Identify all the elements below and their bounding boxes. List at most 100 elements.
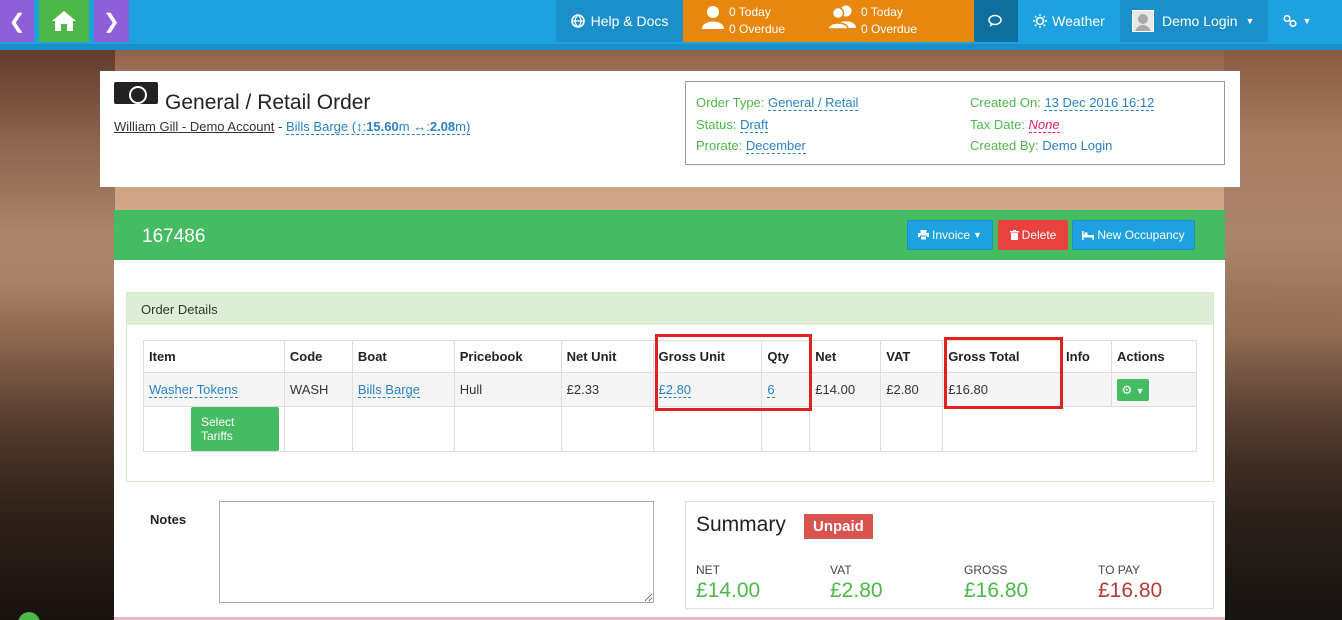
chat-button[interactable]: [974, 0, 1018, 42]
task-counters: 0 Today 0 Overdue 0 Today 0 Overdue: [683, 0, 974, 42]
created-by-value: Demo Login: [1042, 138, 1113, 153]
page-title: General / Retail Order: [165, 91, 371, 114]
boat-length: 15.60: [366, 119, 399, 134]
links-menu[interactable]: ▼: [1268, 0, 1326, 42]
row-boat-link[interactable]: Bills Barge: [357, 382, 420, 398]
order-subtitle: William Gill - Demo Account - Bills Barg…: [114, 119, 471, 135]
created-on-value[interactable]: 13 Dec 2016 16:12: [1044, 95, 1155, 111]
summary-gross-label: GROSS: [964, 563, 1008, 577]
order-type-value[interactable]: General / Retail: [768, 95, 859, 111]
summary-gross: GROSS £16.80: [964, 563, 1028, 603]
print-icon: [918, 230, 930, 240]
select-tariffs-button[interactable]: Select Tariffs: [191, 407, 279, 451]
status-value[interactable]: Draft: [740, 117, 769, 133]
user-menu[interactable]: Demo Login ▼: [1120, 0, 1268, 42]
home-button[interactable]: [39, 0, 89, 42]
status-label: Status:: [696, 117, 737, 132]
cell-boat: Bills Barge: [351, 372, 455, 407]
notes-label: Notes: [150, 512, 187, 527]
cell-item: Washer Tokens: [143, 372, 285, 407]
boat-beam: 2.08: [429, 119, 456, 134]
money-icon: [114, 82, 158, 104]
cell-empty: [761, 406, 811, 452]
summary-net: NET £14.00: [696, 563, 760, 603]
link-icon: [1282, 15, 1297, 27]
caret-down-icon: ▼: [973, 230, 982, 240]
row-actions-button[interactable]: ⚙ ▼: [1116, 378, 1149, 401]
forward-button[interactable]: ❯: [94, 0, 129, 42]
background-photo-right: [1224, 50, 1342, 620]
cell-empty: [453, 406, 562, 452]
summary-to-pay: TO PAY £16.80: [1098, 563, 1162, 603]
sun-icon: [1033, 14, 1048, 28]
col-code: Code: [283, 340, 353, 373]
summary-vat-label: VAT: [830, 563, 852, 577]
background-photo-left: [0, 50, 115, 620]
col-pricebook: Pricebook: [453, 340, 562, 373]
cell-empty: [942, 406, 1197, 452]
counter-tasks-today: 0 Today: [729, 5, 771, 19]
summary-title: Summary: [696, 513, 786, 536]
item-link[interactable]: Washer Tokens: [149, 382, 238, 398]
avatar: [1132, 10, 1154, 32]
summary-net-label: NET: [696, 563, 720, 577]
order-type-label: Order Type:: [696, 95, 765, 110]
cell-empty: [809, 406, 882, 452]
created-by-row: Created By: Demo Login: [970, 138, 1112, 153]
col-net: Net: [809, 340, 882, 373]
cell-vat: £2.80: [880, 372, 944, 407]
new-occupancy-label: New Occupancy: [1097, 228, 1185, 242]
cell-code: WASH: [283, 372, 353, 407]
status-badge: Unpaid: [804, 514, 873, 539]
beam-unit: m: [455, 119, 466, 134]
summary-panel: Summary Unpaid NET £14.00 VAT £2.80 GROS…: [685, 501, 1214, 609]
length-unit: m: [398, 119, 410, 134]
bed-icon: [1082, 230, 1095, 240]
length-icon: ↕: [356, 119, 363, 134]
caret-down-icon: ▼: [1302, 16, 1312, 26]
caret-down-icon: ▼: [1135, 385, 1145, 396]
order-details-title: Order Details: [127, 293, 1213, 325]
counter-tasks[interactable]: 0 Today 0 Overdue: [701, 4, 785, 38]
summary-to-pay-value: £16.80: [1098, 579, 1163, 602]
new-occupancy-button[interactable]: New Occupancy: [1072, 220, 1195, 250]
summary-vat-value: £2.80: [830, 579, 883, 602]
user-name: Demo Login: [1162, 13, 1238, 29]
tax-date-row: Tax Date: None: [970, 117, 1060, 133]
table-row-actions: Select Tariffs: [143, 406, 1197, 452]
boat-link[interactable]: Bills Barge (↕:15.60m ↔:2.08m): [285, 119, 471, 135]
counter-group[interactable]: 0 Today 0 Overdue: [827, 4, 917, 38]
cell-empty: [560, 406, 654, 452]
chevron-right-icon: ❯: [103, 10, 120, 33]
gear-icon: ⚙: [1121, 382, 1133, 397]
summary-net-value: £14.00: [696, 579, 761, 602]
order-header: General / Retail Order William Gill - De…: [100, 71, 1240, 187]
prorate-row: Prorate: December: [696, 138, 806, 154]
chat-icon: [988, 14, 1002, 27]
order-panel: 167486 Invoice ▼ Delete New Occupancy Or…: [114, 210, 1225, 620]
cell-empty: [652, 406, 763, 452]
boat-name: Bills Barge: [285, 119, 349, 134]
cell-empty: [283, 406, 353, 452]
users-icon: [827, 5, 856, 30]
delete-label: Delete: [1021, 228, 1057, 242]
top-navbar-shade: [0, 44, 1342, 50]
highlight-gross-total: [944, 337, 1063, 409]
col-actions: Actions: [1110, 340, 1198, 373]
order-id: 167486: [142, 226, 206, 247]
col-boat: Boat: [351, 340, 455, 373]
col-net-unit: Net Unit: [560, 340, 654, 373]
prorate-value[interactable]: December: [745, 138, 806, 154]
cell-info: [1060, 372, 1112, 407]
notes-input[interactable]: [219, 501, 654, 603]
account-link[interactable]: William Gill - Demo Account: [114, 119, 274, 134]
back-button[interactable]: ❮: [0, 0, 34, 42]
cell-net: £14.00: [809, 372, 882, 407]
help-docs-button[interactable]: Help & Docs: [556, 0, 683, 42]
weather-button[interactable]: Weather: [1018, 0, 1120, 42]
delete-button[interactable]: Delete: [998, 220, 1068, 250]
tax-date-value[interactable]: None: [1028, 117, 1060, 133]
invoice-button[interactable]: Invoice ▼: [907, 220, 993, 250]
status-row: Status: Draft: [696, 117, 769, 133]
chevron-left-icon: ❮: [8, 10, 26, 33]
